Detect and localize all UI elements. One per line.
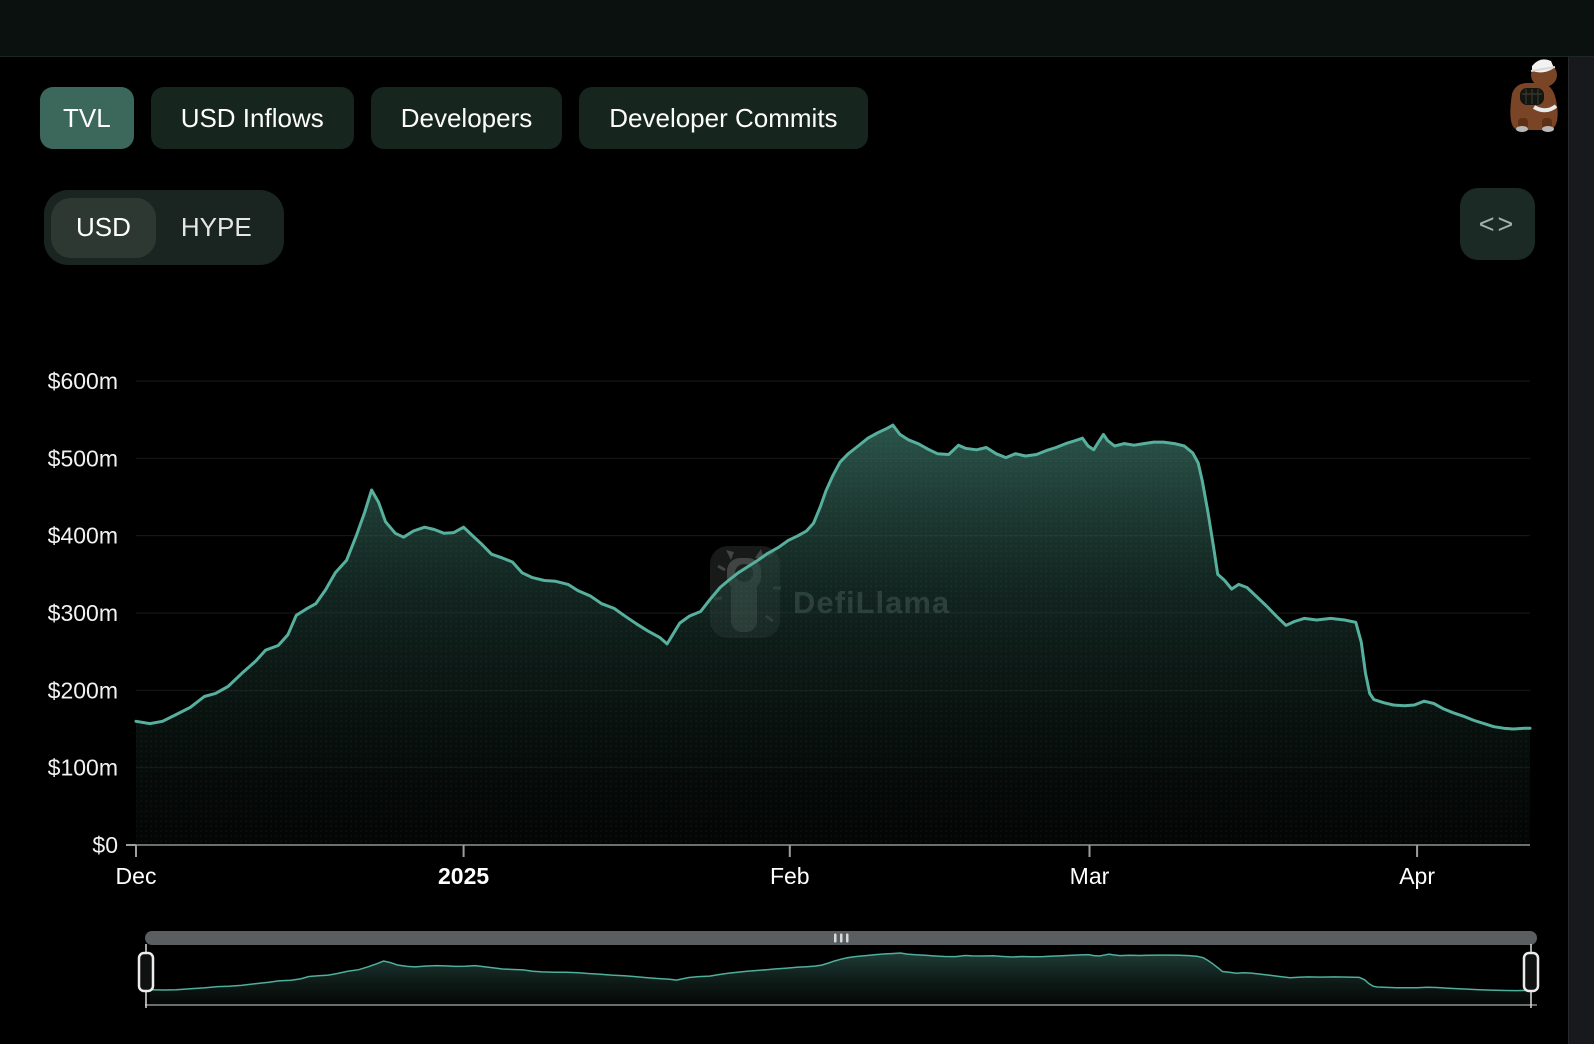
x-axis-label: 2025 (438, 863, 489, 889)
tvl-area-texture (136, 425, 1530, 845)
minimap-area[interactable] (150, 953, 1532, 1005)
y-axis-label: $100m (48, 755, 118, 781)
y-axis-label: $200m (48, 677, 118, 703)
y-axis-label: $400m (48, 523, 118, 549)
y-axis-label: $500m (48, 445, 118, 471)
y-axis-label: $0 (92, 832, 118, 858)
y-axis-label: $600m (48, 368, 118, 394)
x-axis-label: Apr (1399, 863, 1435, 889)
x-axis-label: Dec (116, 863, 157, 889)
x-axis-label: Mar (1070, 863, 1110, 889)
tvl-area-chart: DefiLlama$0$100m$200m$300m$400m$500m$600… (48, 368, 1540, 1008)
x-axis-label: Feb (770, 863, 810, 889)
y-axis-label: $300m (48, 600, 118, 626)
scrollbar-grip[interactable] (834, 933, 849, 943)
